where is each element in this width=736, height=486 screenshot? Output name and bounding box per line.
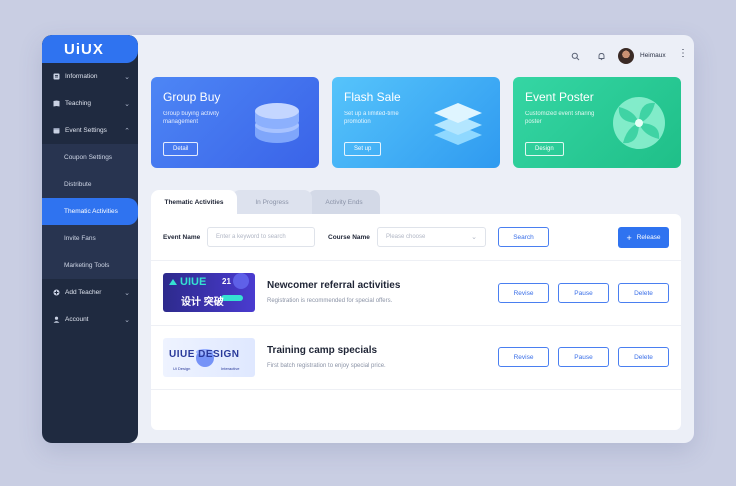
sidebar: UiUX Information ⌄ Teaching ⌄ Event Sett… — [42, 35, 138, 443]
app-logo[interactable]: UiUX — [42, 35, 138, 63]
divider — [151, 389, 681, 390]
calendar-icon — [52, 127, 60, 135]
card-description: Set up a limited-time promotion — [344, 111, 399, 125]
thumbnail-title: UIUE DESIGN — [169, 349, 240, 360]
tab-activity-ends[interactable]: Activity Ends — [308, 190, 380, 214]
more-options-icon[interactable]: ⋮ — [678, 49, 688, 59]
search-icon[interactable] — [567, 48, 583, 64]
sidebar-nav: Information ⌄ Teaching ⌄ Event Settings … — [42, 63, 138, 333]
sidebar-item-label: Thematic Activities — [64, 208, 118, 215]
tab-in-progress[interactable]: In Progress — [232, 190, 312, 214]
activity-thumbnail[interactable]: UIUE 21 设计 突破 — [163, 273, 255, 312]
plus-icon — [52, 289, 60, 297]
sidebar-item-information[interactable]: Information ⌄ — [42, 63, 138, 90]
delete-button[interactable]: Delete — [618, 347, 669, 367]
activity-thumbnail[interactable]: UIUE DESIGN Ui Design Interactive — [163, 338, 255, 377]
sidebar-item-marketing-tools[interactable]: Marketing Tools — [42, 252, 138, 279]
sidebar-item-coupon-settings[interactable]: Coupon Settings — [42, 144, 138, 171]
pause-button[interactable]: Pause — [558, 347, 609, 367]
sidebar-item-label: Distribute — [64, 181, 92, 188]
search-button[interactable]: Search — [498, 227, 549, 247]
card-flash-sale: Flash Sale Set up a limited-time promoti… — [332, 77, 500, 168]
course-name-label: Course Name — [328, 234, 370, 241]
user-icon — [52, 316, 60, 324]
sidebar-item-label: Event Settings — [65, 127, 107, 134]
chevron-down-icon: ⌄ — [124, 73, 130, 81]
sidebar-item-account[interactable]: Account ⌄ — [42, 306, 138, 333]
sidebar-item-event-settings[interactable]: Event Settings ⌃ — [42, 117, 138, 144]
pinwheel-icon — [613, 97, 665, 149]
set-up-button[interactable]: Set up — [344, 142, 382, 156]
logo-text: UiUX — [64, 40, 104, 58]
input-placeholder: Enter a keyword to search — [216, 234, 286, 240]
sidebar-item-teaching[interactable]: Teaching ⌄ — [42, 90, 138, 117]
tab-thematic-activities[interactable]: Thematic Activities — [151, 190, 237, 214]
select-placeholder: Please choose — [386, 234, 426, 240]
chevron-up-icon: ⌃ — [124, 127, 130, 135]
sidebar-item-label: Information — [65, 73, 98, 80]
bell-icon[interactable] — [593, 48, 609, 64]
sidebar-item-label: Add Teacher — [65, 289, 102, 296]
pause-button[interactable]: Pause — [558, 283, 609, 303]
sidebar-item-label: Invite Fans — [64, 235, 96, 242]
chevron-down-icon: ⌄ — [124, 100, 130, 108]
card-description: Customized event sharing poster — [525, 111, 595, 125]
database-stack-icon — [255, 103, 299, 143]
revise-button[interactable]: Revise — [498, 347, 549, 367]
chevron-down-icon: ⌄ — [124, 289, 130, 297]
layers-icon — [434, 103, 482, 145]
chevron-down-icon: ⌄ — [124, 316, 130, 324]
avatar[interactable] — [618, 48, 634, 64]
event-name-label: Event Name — [163, 234, 201, 241]
thumbnail-subtitle: 设计 突破 — [181, 297, 224, 308]
thumbnail-year: 21 — [222, 277, 231, 286]
sidebar-item-label: Coupon Settings — [64, 154, 113, 161]
sidebar-item-add-teacher[interactable]: Add Teacher ⌄ — [42, 279, 138, 306]
event-name-input[interactable]: Enter a keyword to search — [207, 227, 315, 247]
plus-icon: + — [626, 232, 632, 243]
course-name-select[interactable]: Please choose ⌄ — [377, 227, 486, 247]
username[interactable]: Heimaux — [640, 52, 666, 59]
divider — [151, 325, 681, 326]
sidebar-item-distribute[interactable]: Distribute — [42, 171, 138, 198]
info-icon — [52, 73, 60, 81]
sidebar-item-label: Marketing Tools — [64, 262, 110, 269]
book-icon — [52, 100, 60, 108]
delete-button[interactable]: Delete — [618, 283, 669, 303]
card-event-poster: Event Poster Customized event sharing po… — [513, 77, 681, 168]
activity-subtitle: Registration is recommended for special … — [267, 298, 393, 304]
activity-title: Newcomer referral activities — [267, 280, 401, 291]
sidebar-item-invite-fans[interactable]: Invite Fans — [42, 225, 138, 252]
detail-button[interactable]: Detail — [163, 142, 199, 156]
sidebar-item-label: Teaching — [65, 100, 92, 107]
event-settings-submenu: Coupon Settings Distribute Thematic Acti… — [42, 144, 138, 279]
card-description: Group buying activity management — [163, 111, 220, 125]
design-button[interactable]: Design — [525, 142, 564, 156]
card-group-buy: Group Buy Group buying activity manageme… — [151, 77, 319, 168]
release-button[interactable]: + Release — [618, 227, 669, 248]
chevron-down-icon: ⌄ — [471, 234, 477, 241]
thumbnail-title: UIUE — [180, 276, 207, 288]
divider — [151, 260, 681, 261]
activity-subtitle: First batch registration to enjoy specia… — [267, 363, 386, 369]
sidebar-item-label: Account — [65, 316, 89, 323]
revise-button[interactable]: Revise — [498, 283, 549, 303]
sidebar-item-thematic-activities[interactable]: Thematic Activities — [42, 198, 138, 225]
thumbnail-caption-left: Ui Design — [173, 366, 191, 371]
release-label: Release — [636, 234, 661, 241]
activity-title: Training camp specials — [267, 345, 378, 356]
thumbnail-caption-right: Interactive — [221, 366, 240, 371]
